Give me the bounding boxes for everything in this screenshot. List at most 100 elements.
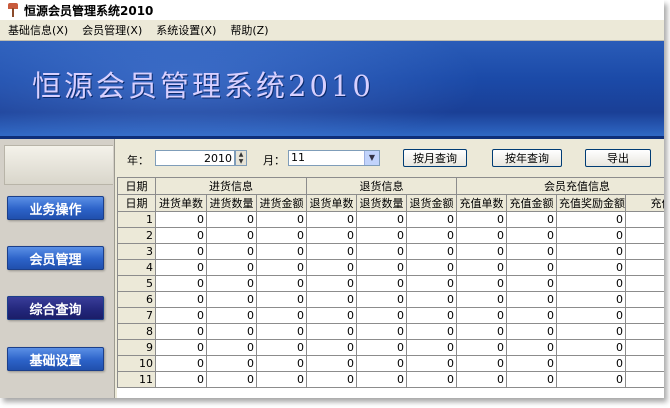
table-cell[interactable]: 0 <box>356 211 408 228</box>
table-cell[interactable]: 0 <box>406 339 458 356</box>
table-row[interactable]: 2000000000 <box>117 227 664 244</box>
column-header[interactable]: 退货单数 <box>306 194 358 212</box>
table-cell[interactable]: 0 <box>456 291 508 308</box>
column-header[interactable]: 日期 <box>117 194 156 212</box>
table-cell[interactable]: 0 <box>456 243 508 260</box>
table-cell[interactable]: 0 <box>206 355 257 372</box>
table-cell[interactable]: 0 <box>206 307 257 324</box>
table-cell[interactable]: 0 <box>306 323 358 340</box>
table-cell[interactable]: 0 <box>356 371 408 388</box>
table-cell-empty[interactable] <box>625 307 664 324</box>
table-cell-empty[interactable] <box>625 371 664 388</box>
table-cell[interactable]: 0 <box>306 339 358 356</box>
table-cell[interactable]: 0 <box>406 259 458 276</box>
column-header[interactable]: 充值单数 <box>456 194 508 212</box>
table-cell[interactable]: 0 <box>556 371 627 388</box>
table-cell[interactable]: 0 <box>356 291 408 308</box>
table-cell[interactable]: 0 <box>456 339 508 356</box>
table-cell[interactable]: 0 <box>155 227 207 244</box>
table-cell[interactable]: 0 <box>406 243 458 260</box>
table-cell-empty[interactable] <box>625 211 664 228</box>
table-row[interactable]: 8000000000 <box>117 323 664 340</box>
row-day-cell[interactable]: 4 <box>117 259 156 276</box>
table-row[interactable]: 11 0 0 0 0 0 0 0 0 0 <box>117 371 664 388</box>
table-cell[interactable]: 0 <box>356 259 408 276</box>
table-cell-empty[interactable] <box>625 243 664 260</box>
table-cell[interactable]: 0 <box>456 211 508 228</box>
row-day-cell[interactable]: 10 <box>117 355 156 372</box>
month-select[interactable]: 11 ▼ <box>288 150 380 166</box>
table-cell[interactable]: 0 <box>556 339 627 356</box>
table-cell[interactable]: 0 <box>356 275 408 292</box>
menu-basic-info[interactable]: 基础信息(X) <box>0 22 74 38</box>
table-cell[interactable]: 0 <box>556 307 627 324</box>
table-cell-empty[interactable] <box>625 355 664 372</box>
table-cell[interactable]: 0 <box>506 307 558 324</box>
table-cell[interactable]: 0 <box>406 307 458 324</box>
row-day-cell[interactable]: 8 <box>117 323 156 340</box>
table-cell[interactable]: 0 <box>255 211 308 228</box>
table-cell[interactable]: 0 <box>255 371 308 388</box>
table-cell[interactable]: 0 <box>206 291 257 308</box>
table-cell[interactable]: 0 <box>306 355 358 372</box>
table-cell[interactable]: 0 <box>206 227 257 244</box>
table-cell[interactable]: 0 <box>356 243 408 260</box>
row-day-cell[interactable]: 6 <box>117 291 156 308</box>
table-cell[interactable]: 0 <box>255 355 308 372</box>
table-cell[interactable]: 0 <box>506 243 558 260</box>
table-cell[interactable]: 0 <box>356 355 408 372</box>
table-cell[interactable]: 0 <box>406 355 458 372</box>
table-cell[interactable]: 0 <box>506 211 558 228</box>
table-cell[interactable]: 0 <box>255 323 308 340</box>
table-cell[interactable]: 0 <box>255 243 308 260</box>
column-header[interactable]: 充值金额 <box>506 194 558 212</box>
table-cell[interactable]: 0 <box>155 275 207 292</box>
monthly-query-button[interactable]: 按月查询 <box>403 149 467 167</box>
table-cell[interactable]: 0 <box>406 211 458 228</box>
table-cell[interactable]: 0 <box>255 291 308 308</box>
chevron-down-icon[interactable]: ▼ <box>364 151 379 165</box>
table-cell[interactable]: 0 <box>556 291 627 308</box>
sidebar-item-basic-settings[interactable]: 基础设置 <box>7 347 104 371</box>
table-cell-empty[interactable] <box>625 339 664 356</box>
column-header[interactable]: 进货单数 <box>155 194 207 212</box>
table-cell[interactable]: 0 <box>206 275 257 292</box>
column-header[interactable]: 进货数量 <box>206 194 257 212</box>
table-cell[interactable]: 0 <box>556 227 627 244</box>
sidebar-item-member-management[interactable]: 会员管理 <box>7 246 104 270</box>
table-cell[interactable]: 0 <box>206 323 257 340</box>
yearly-query-button[interactable]: 按年查询 <box>492 149 562 167</box>
table-cell[interactable]: 0 <box>206 259 257 276</box>
table-cell[interactable]: 0 <box>456 307 508 324</box>
table-cell[interactable]: 0 <box>155 243 207 260</box>
table-cell-empty[interactable] <box>625 259 664 276</box>
table-cell-empty[interactable] <box>625 275 664 292</box>
sidebar-item-comprehensive-query[interactable]: 综合查询 <box>7 296 104 320</box>
report-table-container[interactable]: 日期 进货信息 退货信息 会员充值信息 日期 进货单数 进货数量 进货金额 退货… <box>117 177 664 398</box>
table-row[interactable]: 1000000000 <box>117 211 664 228</box>
table-row[interactable]: 7000000000 <box>117 307 664 324</box>
table-cell[interactable]: 0 <box>306 211 358 228</box>
table-row[interactable]: 10 0 0 0 0 0 0 0 0 0 <box>117 355 664 372</box>
table-cell[interactable]: 0 <box>255 307 308 324</box>
table-cell[interactable]: 0 <box>556 275 627 292</box>
table-cell[interactable]: 0 <box>456 355 508 372</box>
table-cell[interactable]: 0 <box>155 371 207 388</box>
table-cell[interactable]: 0 <box>506 355 558 372</box>
table-cell[interactable]: 0 <box>456 323 508 340</box>
table-cell[interactable]: 0 <box>506 291 558 308</box>
table-cell[interactable]: 0 <box>206 371 257 388</box>
column-header[interactable]: 退货金额 <box>406 194 458 212</box>
table-cell[interactable]: 0 <box>406 227 458 244</box>
table-cell[interactable]: 0 <box>155 323 207 340</box>
table-cell[interactable]: 0 <box>406 275 458 292</box>
table-row[interactable]: 4000000000 <box>117 259 664 276</box>
column-header[interactable]: 充值 <box>625 194 664 212</box>
table-cell[interactable]: 0 <box>255 259 308 276</box>
table-cell[interactable]: 0 <box>406 371 458 388</box>
table-row[interactable]: 6000000000 <box>117 291 664 308</box>
row-day-cell[interactable]: 7 <box>117 307 156 324</box>
table-cell[interactable]: 0 <box>506 371 558 388</box>
table-cell[interactable]: 0 <box>506 275 558 292</box>
table-cell[interactable]: 0 <box>456 227 508 244</box>
